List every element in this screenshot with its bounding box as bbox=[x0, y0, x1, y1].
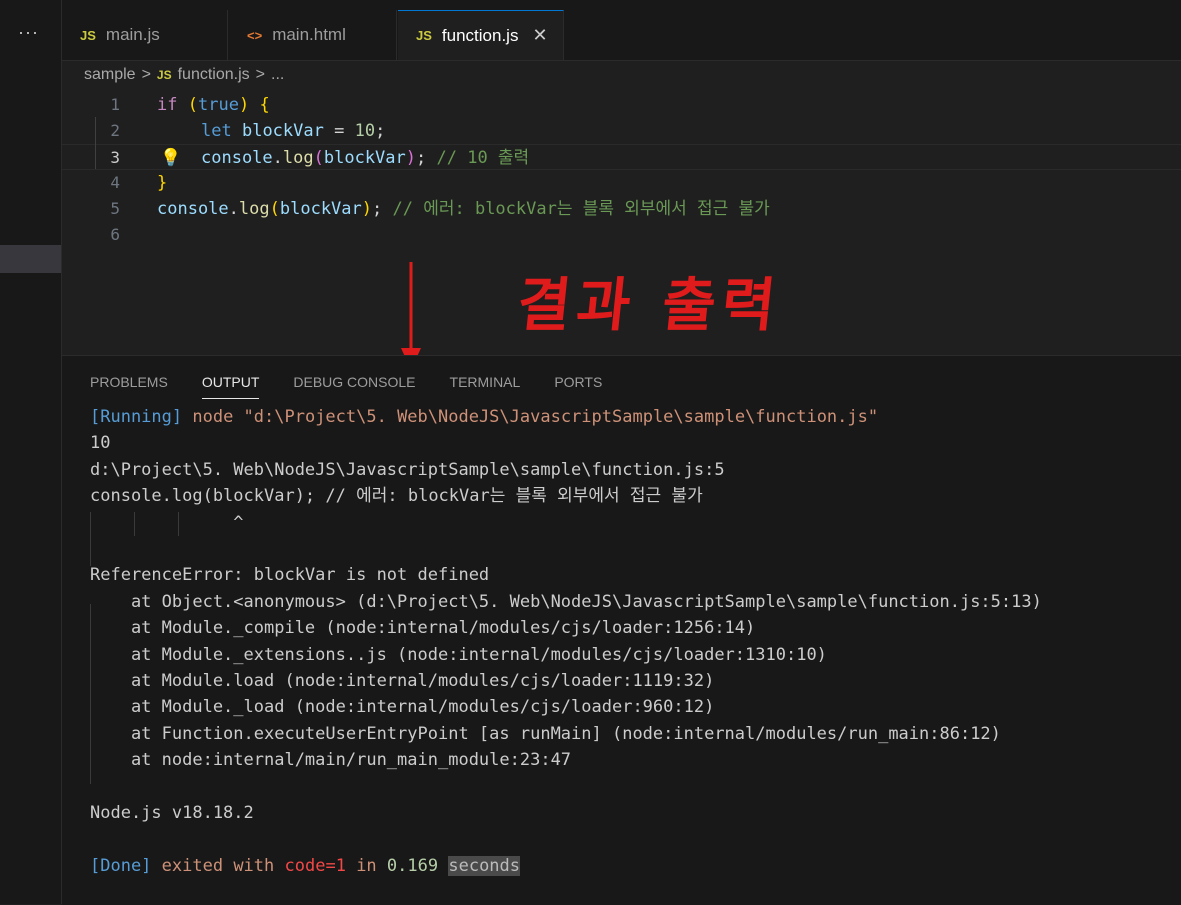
lightbulb-icon[interactable]: 💡 bbox=[160, 145, 181, 171]
code-line[interactable]: 5 console.log(blockVar); // 에러: blockVar… bbox=[62, 196, 1181, 222]
output-line: Node.js v18.18.2 bbox=[90, 802, 254, 823]
output-line: at Function.executeUserEntryPoint [as ru… bbox=[90, 723, 1001, 744]
breadcrumb-more[interactable]: ... bbox=[271, 66, 284, 84]
bottom-panel: PROBLEMS OUTPUT DEBUG CONSOLE TERMINAL P… bbox=[62, 355, 1181, 905]
code-editor[interactable]: 1 if (true) { 2 let blockVar = 10; 3 💡 c… bbox=[62, 92, 1181, 252]
tab-label: main.js bbox=[105, 25, 160, 44]
breadcrumb-folder[interactable]: sample bbox=[84, 66, 136, 84]
code-line-current[interactable]: 3 💡 console.log(blockVar); // 10 출력 bbox=[62, 144, 1181, 170]
tab-debug-console[interactable]: DEBUG CONSOLE bbox=[293, 374, 415, 399]
output-line: at Module.load (node:internal/modules/cj… bbox=[90, 670, 715, 691]
editor-tab-bar: JS main.js <> main.html JS function.js ✕ bbox=[62, 0, 1181, 61]
line-number: 3 bbox=[110, 148, 120, 167]
code-line[interactable]: 4 } bbox=[62, 170, 1181, 196]
activity-sidebar: ··· bbox=[0, 0, 62, 904]
chevron-right-icon: > bbox=[255, 66, 265, 83]
chevron-right-icon: > bbox=[141, 66, 151, 83]
tab-ports[interactable]: PORTS bbox=[554, 374, 602, 399]
output-line: ^ bbox=[90, 512, 244, 533]
code-line[interactable]: 6 bbox=[62, 222, 1181, 248]
output-line: 10 bbox=[90, 433, 111, 454]
code-line[interactable]: 2 let blockVar = 10; bbox=[62, 118, 1181, 144]
output-line: at node:internal/main/run_main_module:23… bbox=[90, 750, 572, 771]
code-text: let blockVar = 10; bbox=[201, 121, 386, 141]
tab-main-js[interactable]: JS main.js bbox=[62, 10, 228, 60]
sidebar-selected-item[interactable] bbox=[0, 245, 61, 273]
javascript-file-icon: JS bbox=[80, 27, 96, 43]
breadcrumb-file[interactable]: function.js bbox=[178, 66, 250, 84]
output-line: [Running] node "d:\Project\5. Web\NodeJS… bbox=[90, 407, 879, 427]
panel-tabs: PROBLEMS OUTPUT DEBUG CONSOLE TERMINAL P… bbox=[90, 374, 602, 399]
tab-label: function.js bbox=[441, 25, 519, 45]
line-number: 6 bbox=[110, 225, 120, 244]
javascript-file-icon: JS bbox=[416, 28, 432, 43]
breadcrumb: sample > JS function.js > ... bbox=[84, 66, 284, 84]
output-line: at Object.<anonymous> (d:\Project\5. Web… bbox=[90, 591, 1042, 612]
html-file-icon: <> bbox=[247, 27, 263, 43]
more-actions-icon[interactable]: ··· bbox=[18, 22, 39, 43]
output-line: console.log(blockVar); // 에러: blockVar는 … bbox=[90, 486, 703, 507]
output-line: at Module._extensions..js (node:internal… bbox=[90, 644, 827, 665]
code-text: console.log(blockVar); // 에러: blockVar는 … bbox=[157, 199, 770, 219]
output-log[interactable]: [Running] node "d:\Project\5. Web\NodeJS… bbox=[90, 404, 1181, 879]
code-text: if (true) { bbox=[157, 95, 270, 115]
line-number: 2 bbox=[110, 121, 120, 140]
output-line: at Module._compile (node:internal/module… bbox=[90, 618, 756, 639]
code-text: console.log(blockVar); // 10 출력 bbox=[201, 148, 530, 168]
line-number: 1 bbox=[110, 95, 120, 114]
code-text: } bbox=[157, 173, 168, 193]
output-line: ReferenceError: blockVar is not defined bbox=[90, 565, 490, 586]
output-line: at Module._load (node:internal/modules/c… bbox=[90, 697, 715, 718]
tab-main-html[interactable]: <> main.html bbox=[229, 10, 397, 60]
tab-function-js[interactable]: JS function.js ✕ bbox=[398, 10, 564, 60]
close-icon[interactable]: ✕ bbox=[532, 25, 547, 46]
javascript-file-icon: JS bbox=[156, 68, 172, 82]
tab-terminal[interactable]: TERMINAL bbox=[450, 374, 521, 399]
tab-label: main.html bbox=[272, 25, 346, 44]
code-line[interactable]: 1 if (true) { bbox=[62, 92, 1181, 118]
result-output-annotation: 결과 출력 bbox=[513, 271, 785, 339]
indent-guide bbox=[95, 117, 96, 169]
tab-problems[interactable]: PROBLEMS bbox=[90, 374, 168, 399]
output-line: d:\Project\5. Web\NodeJS\JavascriptSampl… bbox=[90, 459, 725, 480]
line-number: 5 bbox=[110, 199, 120, 218]
tab-output[interactable]: OUTPUT bbox=[201, 374, 260, 399]
output-line-done: [Done] exited with code=1 in 0.169 secon… bbox=[90, 855, 521, 876]
line-number: 4 bbox=[110, 173, 120, 192]
